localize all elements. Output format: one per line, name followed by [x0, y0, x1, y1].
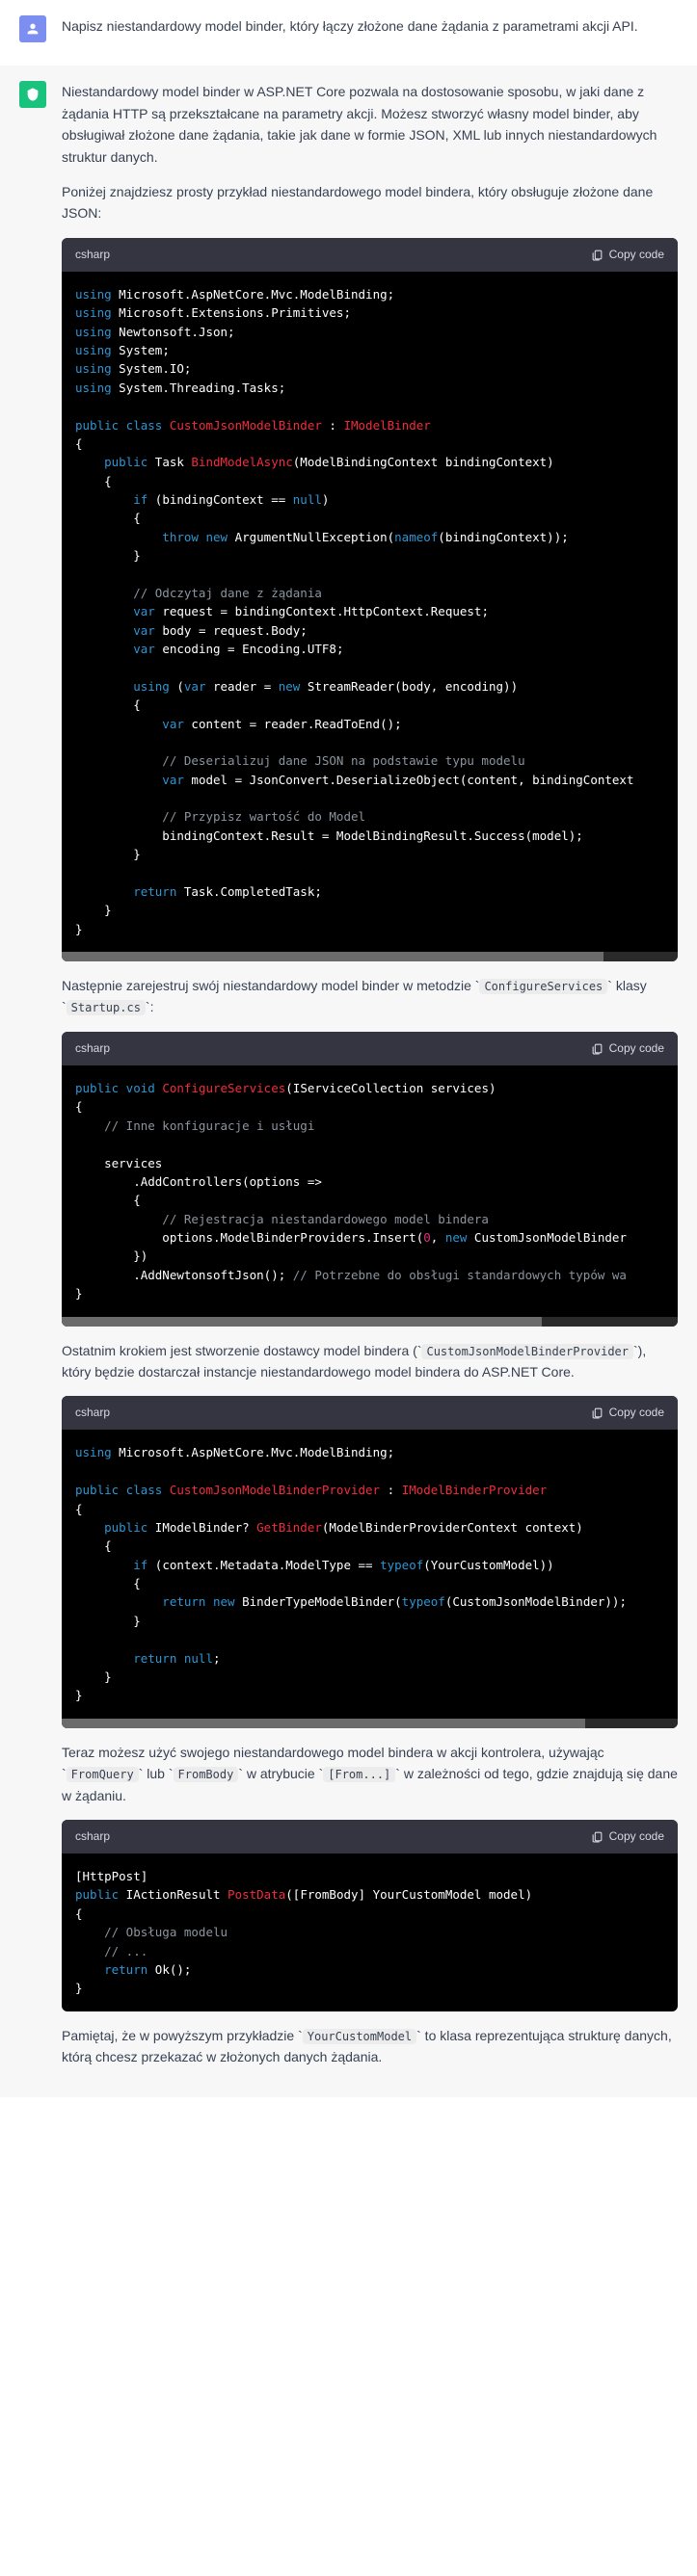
code-block-1: csharp Copy code using Microsoft.AspNetC…	[62, 238, 678, 961]
code-body[interactable]: [HttpPost] public IActionResult PostData…	[62, 1853, 678, 2011]
code-content: public void ConfigureServices(IServiceCo…	[75, 1079, 664, 1303]
clipboard-icon	[591, 1830, 603, 1843]
assistant-avatar	[19, 81, 46, 108]
copy-button[interactable]: Copy code	[591, 1404, 664, 1422]
copy-button[interactable]: Copy code	[591, 246, 664, 264]
para-4: Ostatnim krokiem jest stworzenie dostawc…	[62, 1340, 678, 1383]
code-header: csharp Copy code	[62, 238, 678, 272]
copy-button[interactable]: Copy code	[591, 1039, 664, 1058]
code-block-3: csharp Copy code using Microsoft.AspNetC…	[62, 1396, 678, 1727]
user-content: Napisz niestandardowy model binder, któr…	[62, 15, 678, 50]
inline-code: YourCustomModel	[303, 2029, 416, 2044]
inline-code: FromQuery	[67, 1767, 139, 1782]
copy-label: Copy code	[609, 1404, 664, 1422]
horizontal-scrollbar[interactable]	[62, 952, 678, 961]
user-text: Napisz niestandardowy model binder, któr…	[62, 15, 678, 37]
para-1: Niestandardowy model binder w ASP.NET Co…	[62, 81, 678, 168]
code-lang: csharp	[75, 1404, 110, 1422]
ai-icon	[25, 87, 40, 102]
code-lang: csharp	[75, 1039, 110, 1058]
code-content: using Microsoft.AspNetCore.Mvc.ModelBind…	[75, 1443, 664, 1704]
para-6: Pamiętaj, że w powyższym przykładzie `Yo…	[62, 2025, 678, 2068]
inline-code: ConfigureServices	[479, 979, 607, 994]
code-block-2: csharp Copy code public void ConfigureSe…	[62, 1032, 678, 1327]
copy-button[interactable]: Copy code	[591, 1827, 664, 1846]
copy-label: Copy code	[609, 1039, 664, 1058]
code-header: csharp Copy code	[62, 1820, 678, 1853]
clipboard-icon	[591, 249, 603, 261]
inline-code: [From...]	[323, 1767, 395, 1782]
scrollbar-thumb[interactable]	[62, 1719, 585, 1728]
inline-code: CustomJsonModelBinderProvider	[421, 1344, 633, 1359]
user-avatar	[19, 15, 46, 42]
scrollbar-thumb[interactable]	[62, 952, 603, 961]
assistant-message: Niestandardowy model binder w ASP.NET Co…	[0, 66, 697, 2096]
person-icon	[25, 21, 40, 37]
code-lang: csharp	[75, 246, 110, 264]
para-5: Teraz możesz użyć swojego niestandardowe…	[62, 1742, 678, 1806]
code-body[interactable]: public void ConfigureServices(IServiceCo…	[62, 1065, 678, 1317]
horizontal-scrollbar[interactable]	[62, 1719, 678, 1728]
horizontal-scrollbar[interactable]	[62, 1317, 678, 1327]
scrollbar-thumb[interactable]	[62, 1317, 542, 1327]
para-3: Następnie zarejestruj swój niestandardow…	[62, 975, 678, 1018]
code-lang: csharp	[75, 1827, 110, 1846]
copy-label: Copy code	[609, 1827, 664, 1846]
code-header: csharp Copy code	[62, 1032, 678, 1065]
copy-label: Copy code	[609, 246, 664, 264]
user-message: Napisz niestandardowy model binder, któr…	[0, 0, 697, 66]
code-content: [HttpPost] public IActionResult PostData…	[75, 1867, 664, 1998]
code-body[interactable]: using Microsoft.AspNetCore.Mvc.ModelBind…	[62, 1430, 678, 1718]
code-block-4: csharp Copy code [HttpPost] public IActi…	[62, 1820, 678, 2011]
inline-code: Startup.cs	[67, 1000, 146, 1015]
code-body[interactable]: using Microsoft.AspNetCore.Mvc.ModelBind…	[62, 272, 678, 952]
clipboard-icon	[591, 1406, 603, 1419]
para-2: Poniżej znajdziesz prosty przykład niest…	[62, 181, 678, 224]
clipboard-icon	[591, 1042, 603, 1055]
code-content: using Microsoft.AspNetCore.Mvc.ModelBind…	[75, 285, 664, 938]
assistant-content: Niestandardowy model binder w ASP.NET Co…	[62, 81, 678, 2081]
inline-code: FromBody	[174, 1767, 239, 1782]
code-header: csharp Copy code	[62, 1396, 678, 1430]
